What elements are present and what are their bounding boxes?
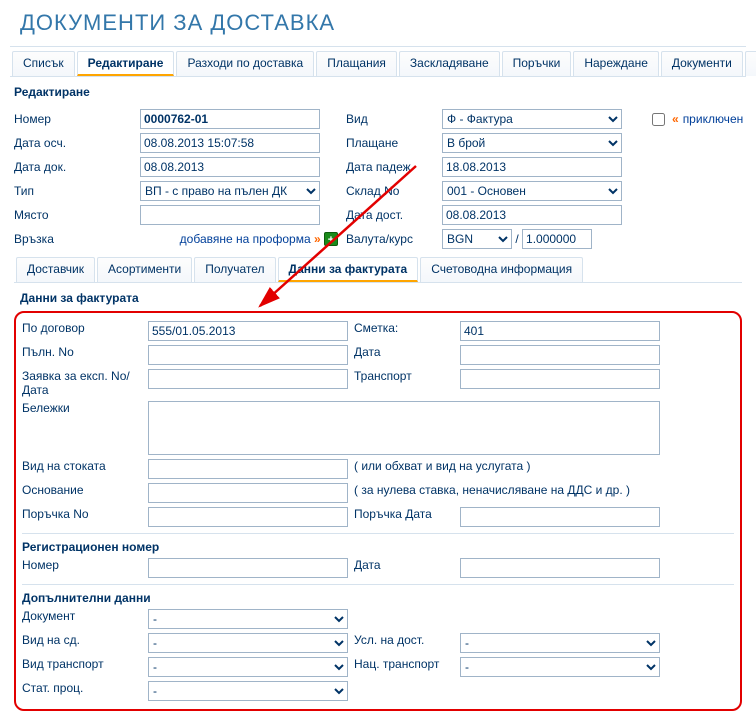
type-select[interactable]: ВП - с право на пълен ДК bbox=[140, 181, 320, 201]
delivery-date-input[interactable] bbox=[442, 205, 622, 225]
ext-deal-type-select[interactable]: - bbox=[148, 633, 348, 653]
ext-stat-proc-select[interactable]: - bbox=[148, 681, 348, 701]
label-ext-document: Документ bbox=[22, 609, 142, 623]
ext-delivery-cond-select[interactable]: - bbox=[460, 633, 660, 653]
label-kind: Вид bbox=[346, 112, 436, 126]
label-basis: Основание bbox=[22, 483, 142, 497]
label-warehouse: Склад No bbox=[346, 184, 436, 198]
basis-input[interactable] bbox=[148, 483, 348, 503]
tab-orders[interactable]: Поръчки bbox=[502, 51, 572, 76]
tab-payments[interactable]: Плащания bbox=[316, 51, 397, 76]
label-inv-date: Дата bbox=[354, 345, 454, 359]
currency-code-select[interactable]: BGN bbox=[442, 229, 512, 249]
label-delivery-date: Дата дост. bbox=[346, 208, 436, 222]
subtab-invoice-data[interactable]: Данни за фактурата bbox=[278, 257, 419, 282]
order-date-input[interactable] bbox=[460, 507, 660, 527]
tab-list[interactable]: Списък bbox=[12, 51, 75, 76]
subtab-accounting[interactable]: Счетоводна информация bbox=[420, 257, 583, 282]
label-transport: Транспорт bbox=[354, 369, 454, 383]
extra-separator bbox=[22, 584, 734, 585]
label-payment: Плащане bbox=[346, 136, 436, 150]
closed-label[interactable]: приключен bbox=[683, 112, 744, 126]
label-ext-transport-type: Вид транспорт bbox=[22, 657, 142, 671]
date-doc-input[interactable] bbox=[140, 157, 320, 177]
label-date-doc: Дата док. bbox=[14, 160, 134, 174]
extra-section-title: Допълнителни данни bbox=[22, 591, 734, 605]
subtab-assortments[interactable]: Асортименти bbox=[97, 257, 192, 282]
header-separator bbox=[10, 46, 746, 47]
warehouse-select[interactable]: 001 - Основен bbox=[442, 181, 622, 201]
order-no-input[interactable] bbox=[148, 507, 348, 527]
label-order-date: Поръчка Дата bbox=[354, 507, 454, 521]
closed-checkbox[interactable] bbox=[652, 113, 665, 126]
invoice-highlight-box: По договор Сметка: Пълн. No Дата Заявка … bbox=[14, 311, 742, 711]
due-date-input[interactable] bbox=[442, 157, 622, 177]
label-date-osch: Дата осч. bbox=[14, 136, 134, 150]
label-type: Тип bbox=[14, 184, 134, 198]
plus-icon[interactable]: + bbox=[324, 232, 338, 246]
label-ext-nat-transport: Нац. транспорт bbox=[354, 657, 454, 671]
main-tabs: Списък Редактиране Разходи по доставка П… bbox=[10, 51, 746, 77]
label-order-no: Поръчка No bbox=[22, 507, 142, 521]
reg-date-input[interactable] bbox=[460, 558, 660, 578]
goods-type-hint: ( или обхват и вид на услугата ) bbox=[354, 459, 660, 473]
tab-export[interactable]: Експорт bbox=[745, 51, 756, 76]
label-due-date: Дата падеж bbox=[346, 160, 436, 174]
goods-type-input[interactable] bbox=[148, 459, 348, 479]
label-ext-deal-type: Вид на сд. bbox=[22, 633, 142, 647]
ext-document-select[interactable]: - bbox=[148, 609, 348, 629]
tab-edit[interactable]: Редактиране bbox=[77, 51, 175, 76]
payment-select[interactable]: В брой bbox=[442, 133, 622, 153]
label-ext-delivery-cond: Усл. на дост. bbox=[354, 633, 454, 647]
inv-date-input[interactable] bbox=[460, 345, 660, 365]
account-input[interactable] bbox=[460, 321, 660, 341]
tab-warehousing[interactable]: Заскладяване bbox=[399, 51, 500, 76]
label-currency: Валута/курс bbox=[346, 232, 436, 246]
full-no-input[interactable] bbox=[148, 345, 348, 365]
tab-ordering[interactable]: Нареждане bbox=[573, 51, 659, 76]
arrow-double-icon: « bbox=[672, 112, 679, 126]
label-full-no: Пълн. No bbox=[22, 345, 142, 359]
number-input[interactable] bbox=[140, 109, 320, 129]
reg-number-input[interactable] bbox=[148, 558, 348, 578]
label-reg-date: Дата bbox=[354, 558, 454, 572]
label-place: Място bbox=[14, 208, 134, 222]
invoice-form: По договор Сметка: Пълн. No Дата Заявка … bbox=[22, 321, 734, 527]
basis-hint: ( за нулева ставка, неначисляване на ДДС… bbox=[354, 483, 660, 497]
label-notes: Бележки bbox=[22, 401, 142, 415]
page-title: ДОКУМЕНТИ ЗА ДОСТАВКА bbox=[20, 10, 746, 36]
tab-delivery-costs[interactable]: Разходи по доставка bbox=[176, 51, 314, 76]
subtab-recipient[interactable]: Получател bbox=[194, 257, 275, 282]
kind-select[interactable]: Ф - Фактура bbox=[442, 109, 622, 129]
subtab-supplier[interactable]: Доставчик bbox=[16, 257, 95, 282]
add-proforma-link[interactable]: добавяне на проформа bbox=[180, 232, 311, 246]
label-reg-number: Номер bbox=[22, 558, 142, 572]
label-number: Номер bbox=[14, 112, 134, 126]
contract-input[interactable] bbox=[148, 321, 348, 341]
edit-section-title: Редактиране bbox=[14, 85, 746, 99]
label-goods-type: Вид на стоката bbox=[22, 459, 142, 473]
label-account: Сметка: bbox=[354, 321, 454, 335]
label-ext-stat-proc: Стат. проц. bbox=[22, 681, 142, 695]
tab-documents[interactable]: Документи bbox=[661, 51, 743, 76]
label-link: Връзка bbox=[14, 232, 134, 246]
date-osch-input[interactable] bbox=[140, 133, 320, 153]
reg-separator bbox=[22, 533, 734, 534]
sub-tabs: Доставчик Асортименти Получател Данни за… bbox=[14, 257, 742, 283]
notes-textarea[interactable] bbox=[148, 401, 660, 455]
transport-input[interactable] bbox=[460, 369, 660, 389]
edit-form: Номер Вид Ф - Фактура « приключен Дата о… bbox=[14, 109, 742, 249]
currency-slash: / bbox=[515, 232, 518, 246]
currency-rate-input[interactable] bbox=[522, 229, 592, 249]
reg-section-title: Регистрационен номер bbox=[22, 540, 734, 554]
arrow-double-icon: » bbox=[314, 232, 321, 246]
invoice-section-title: Данни за фактурата bbox=[20, 291, 746, 305]
ext-transport-type-select[interactable]: - bbox=[148, 657, 348, 677]
req-no-date-input[interactable] bbox=[148, 369, 348, 389]
place-input[interactable] bbox=[140, 205, 320, 225]
label-contract: По договор bbox=[22, 321, 142, 335]
label-req-no-date: Заявка за експ. No/Дата bbox=[22, 369, 142, 397]
ext-nat-transport-select[interactable]: - bbox=[460, 657, 660, 677]
